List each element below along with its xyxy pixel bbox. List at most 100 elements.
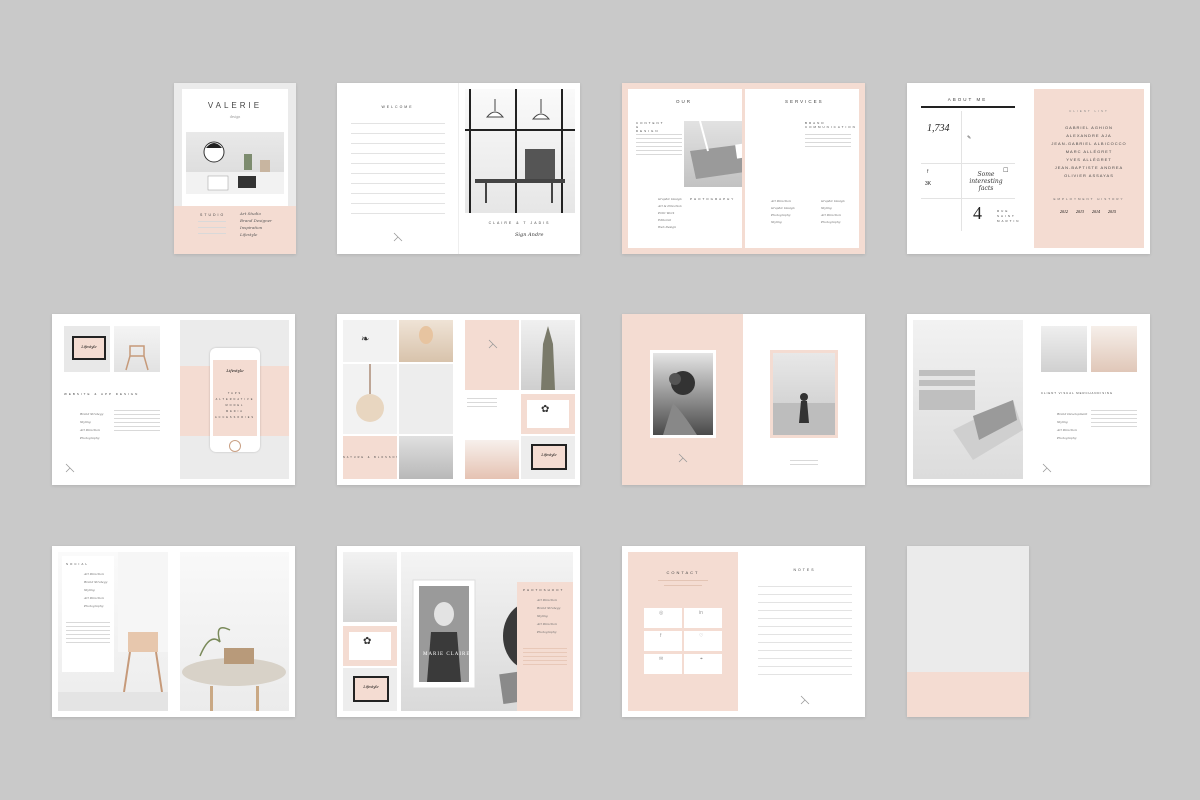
contact-card-1: ◎ bbox=[644, 608, 682, 628]
welcome-left-page: WELCOME bbox=[337, 83, 458, 254]
merch-right-page: CLIENT VISUAL MERCHANDISING Brand Develo… bbox=[1029, 314, 1150, 485]
pencil-icon: ✎ bbox=[967, 135, 972, 141]
services-mid-title: PHOTOGRAPHY bbox=[690, 197, 736, 201]
monitor-tile: Lifestyle bbox=[521, 436, 575, 479]
spread-back-cover[interactable] bbox=[907, 546, 1029, 717]
website-section-title: WEBSITE & APP DESIGN bbox=[64, 392, 140, 396]
text-line bbox=[523, 652, 567, 653]
cover-title: VALERIE bbox=[207, 101, 263, 110]
merch-list-4: Photography bbox=[1057, 436, 1077, 440]
ruled-line bbox=[351, 143, 445, 144]
welcome-right-page: CLAIRE & T JADIS Sign Andre bbox=[459, 83, 580, 254]
text-column bbox=[465, 394, 519, 438]
moodboard-left-page: ❧ NATURE & BLOSSOM bbox=[337, 314, 458, 485]
text-line bbox=[1091, 410, 1137, 411]
phone-menu-4: MEDIA bbox=[226, 410, 244, 413]
services-list-left-1: Graphic Design bbox=[658, 197, 682, 201]
phone-menu-5: ACCESSORIES bbox=[214, 416, 256, 419]
flower-tile: ✿ bbox=[343, 626, 397, 666]
phone-menu-3: MODEL bbox=[225, 404, 245, 407]
social-list-4: Art Direction bbox=[84, 596, 104, 600]
photoshoot-text-panel: PHOTOSHOOT Art Direction Brand Strategy … bbox=[517, 582, 573, 711]
monogram-icon bbox=[800, 695, 810, 705]
spread-services[interactable]: OUR CONTENT & DESIGN Graphic Design Art … bbox=[622, 83, 865, 254]
services-list-mid-4: Styling bbox=[771, 220, 782, 224]
notes-right-page: NOTES bbox=[744, 546, 865, 717]
phone-logo: Lifestyle bbox=[226, 368, 244, 373]
cover-subtitle: design bbox=[229, 114, 241, 119]
spread-photoshoot[interactable]: ✿ Lifestyle MARIE CLAIRE PHOTOSHOOT Art … bbox=[337, 546, 580, 717]
facebook-icon: f bbox=[927, 169, 929, 175]
services-list-right-2: Styling bbox=[821, 206, 832, 210]
services-list-right-4: Photography bbox=[821, 220, 841, 224]
monogram-icon bbox=[65, 463, 75, 473]
ruled-line bbox=[758, 674, 852, 675]
text-line bbox=[114, 418, 160, 419]
spread-merchandising[interactable]: CLIENT VISUAL MERCHANDISING Brand Develo… bbox=[907, 314, 1150, 485]
text-line bbox=[66, 634, 110, 635]
spread-cover[interactable]: VALERIE design STUDIO Art Studio Brand D… bbox=[174, 83, 296, 254]
ruled-line bbox=[351, 163, 445, 164]
spread-about[interactable]: ABOUT ME 1,734 3K Some interesting facts… bbox=[907, 83, 1150, 254]
spread-photography[interactable] bbox=[622, 314, 865, 485]
caption-tile: NATURE & BLOSSOM bbox=[343, 436, 397, 479]
services-right-page: SERVICES BRAND COMMUNICATION Art Directi… bbox=[745, 89, 859, 248]
history-title: EMPLOYMENT HISTORY bbox=[1053, 197, 1125, 201]
ruled-line bbox=[758, 666, 852, 667]
about-stat-1: 1,734 bbox=[927, 123, 950, 134]
photoshoot-list-3: Styling bbox=[537, 614, 548, 618]
contact-card-6: ⌖ bbox=[684, 654, 722, 674]
phone-menu-1: TAPS bbox=[227, 392, 243, 395]
beach-photo bbox=[773, 353, 835, 435]
instagram-icon: ◎ bbox=[659, 610, 664, 616]
grid-line bbox=[921, 198, 1015, 199]
ruled-line bbox=[758, 618, 852, 619]
services-heading-left: OUR bbox=[676, 99, 692, 104]
merch-list-1: Brand Development bbox=[1057, 412, 1088, 416]
phone-menu-2: ALTERNATIVE bbox=[215, 398, 255, 401]
history-year-1: 2012 bbox=[1060, 209, 1068, 214]
about-left-page: ABOUT ME 1,734 3K Some interesting facts… bbox=[907, 83, 1028, 254]
monogram-icon bbox=[1042, 463, 1052, 473]
about-rule bbox=[921, 106, 1015, 108]
cover-item-2: Brand Designer bbox=[240, 218, 272, 223]
text-line bbox=[805, 146, 851, 147]
photography-left-page bbox=[622, 314, 743, 485]
spread-contact[interactable]: CONTACT ◎ in f ♡ ✉ ⌖ NOTES bbox=[622, 546, 865, 717]
text-line bbox=[805, 142, 851, 143]
grid-vline bbox=[961, 111, 962, 231]
text-line bbox=[66, 638, 110, 639]
birds-photo: ❧ bbox=[343, 320, 397, 362]
spread-moodboard[interactable]: ❧ NATURE & BLOSSOM ✿ Lifestyle bbox=[337, 314, 580, 485]
flower-icon: ✿ bbox=[541, 404, 550, 415]
services-list-left-5: Web Design bbox=[658, 225, 677, 229]
text-line bbox=[66, 642, 110, 643]
monogram-icon bbox=[678, 453, 688, 463]
services-heading-right: SERVICES bbox=[785, 99, 824, 104]
spread-website[interactable]: Lifestyle WEBSITE & APP DESIGN Brand Str… bbox=[52, 314, 295, 485]
magazines-illustration bbox=[919, 370, 1023, 460]
text-line bbox=[114, 414, 160, 415]
contact-card-3: f bbox=[644, 631, 682, 651]
contact-left-page: CONTACT ◎ in f ♡ ✉ ⌖ bbox=[628, 552, 738, 711]
social-section-title: SOCIAL bbox=[66, 562, 90, 566]
table-plant-illustration bbox=[182, 627, 286, 711]
spread-social[interactable]: SOCIAL Art Direction Brand Strategy Styl… bbox=[52, 546, 295, 717]
client-list-title: CLIENT LIST bbox=[1069, 109, 1109, 113]
interior-illustration bbox=[465, 89, 575, 213]
photoshoot-right-page: MARIE CLAIRE PHOTOSHOOT Art Direction Br… bbox=[399, 546, 580, 717]
spread-welcome[interactable]: WELCOME CLAIRE & T JADIS Sign Andre bbox=[337, 83, 580, 254]
welcome-title: WELCOME bbox=[381, 105, 414, 109]
text-line bbox=[636, 138, 682, 139]
photoshoot-list-4: Art Direction bbox=[537, 622, 557, 626]
photography-right-page bbox=[744, 314, 865, 485]
text-line bbox=[805, 138, 851, 139]
chair-photo bbox=[114, 326, 160, 372]
face-shape bbox=[419, 326, 433, 344]
portrait-photo bbox=[399, 320, 453, 362]
beach-illustration bbox=[773, 393, 835, 435]
table-illustration bbox=[690, 121, 742, 179]
services-list-left-3: Print Work bbox=[658, 211, 675, 215]
cover-rule-3 bbox=[198, 233, 226, 234]
website-list-1: Brand Strategy bbox=[80, 412, 104, 416]
